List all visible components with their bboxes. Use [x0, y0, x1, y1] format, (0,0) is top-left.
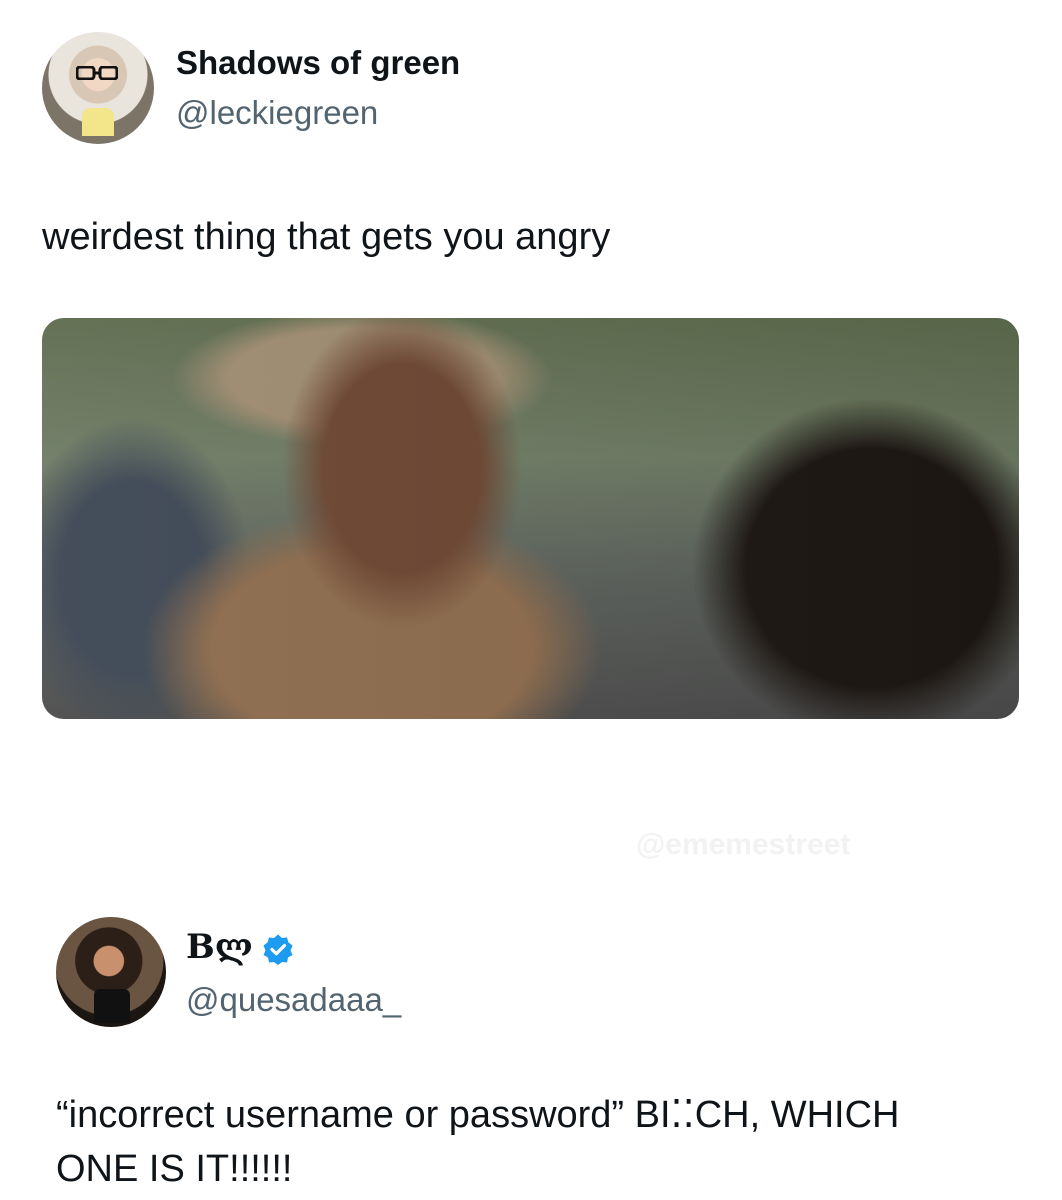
verified-badge-icon [263, 934, 293, 965]
tweet-text-line-2: ONE IS IT!!!!!! [56, 1148, 293, 1190]
avatar-shirt [82, 108, 114, 136]
tweet-media-image[interactable] [42, 318, 1019, 719]
user-handle[interactable]: @leckiegreen [176, 93, 378, 133]
tweet-text: weirdest thing that gets you angry [42, 216, 611, 258]
watermark-text: @ememestreet [636, 828, 851, 861]
glasses-icon [76, 66, 118, 80]
display-name[interactable]: Shadows of green [176, 43, 460, 83]
avatar-quesadaaa[interactable] [56, 917, 166, 1027]
avatar-leckiegreen[interactable] [42, 32, 154, 144]
avatar-top [94, 989, 130, 1023]
media-blur-overlay [42, 318, 1019, 719]
tweet-text-line-1: “incorrect username or password” BI⁚⁚CH,… [56, 1094, 900, 1136]
user-handle[interactable]: @quesadaaa_ [186, 980, 401, 1020]
display-name[interactable]: Bლ [186, 927, 253, 967]
